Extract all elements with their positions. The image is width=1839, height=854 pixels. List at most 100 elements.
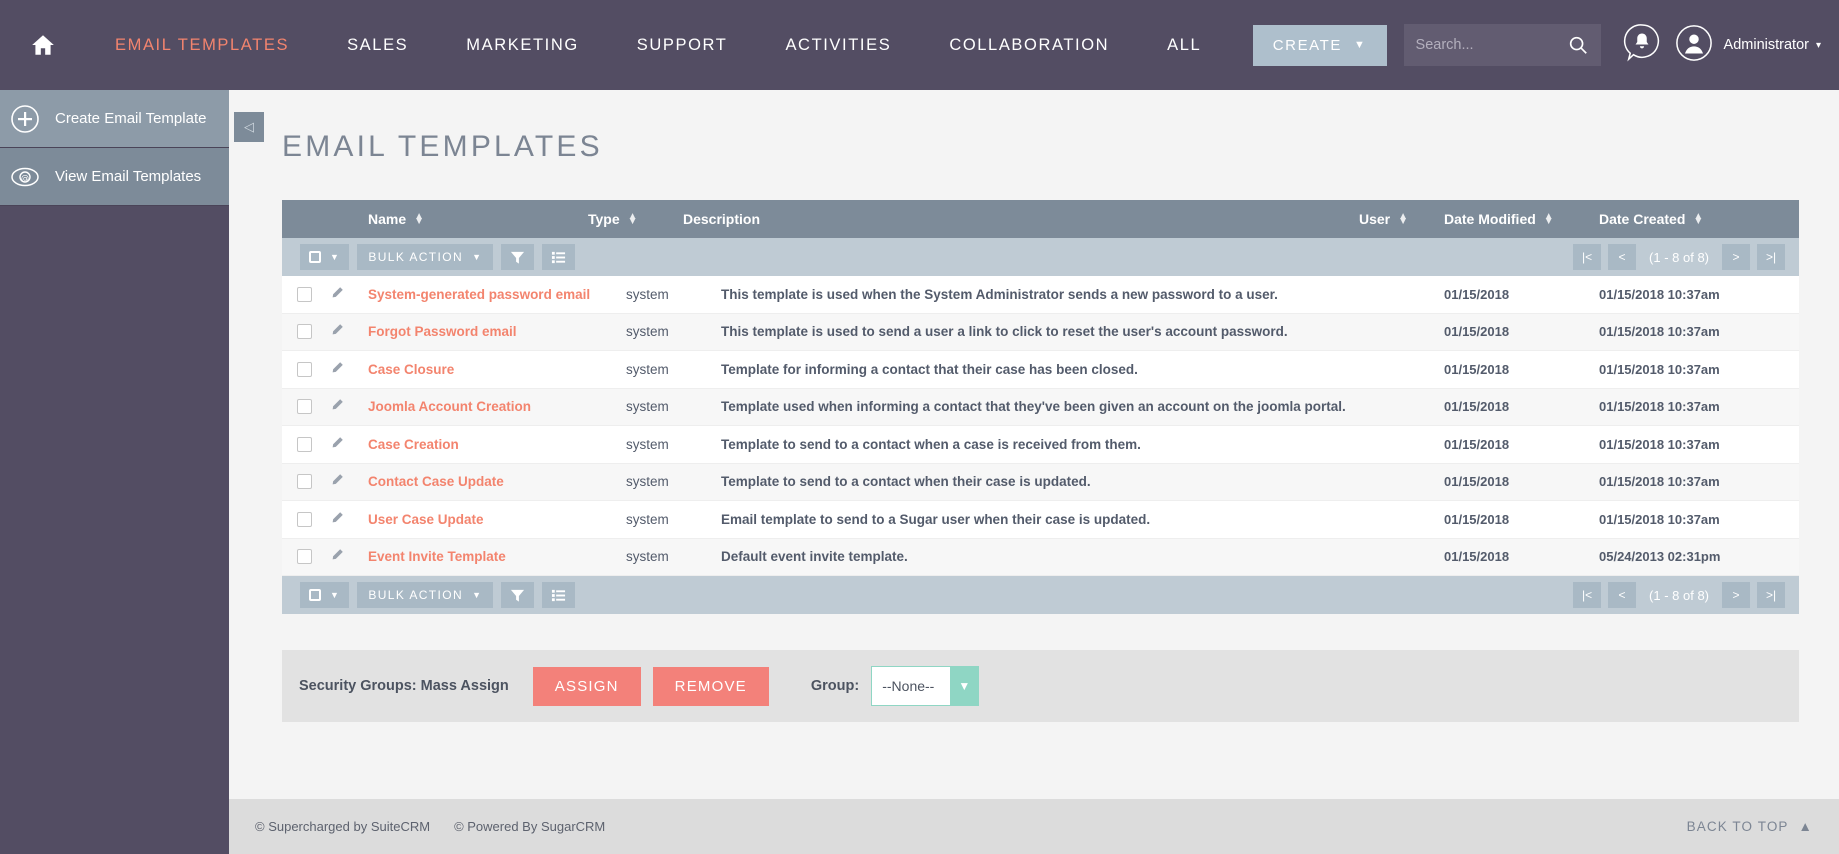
security-groups-mass-assign-panel: Security Groups: Mass Assign ASSIGN REMO…: [282, 650, 1799, 722]
row-checkbox[interactable]: [297, 511, 312, 527]
pagination-next-button[interactable]: >: [1722, 244, 1750, 270]
row-name-cell: Contact Case Update: [368, 474, 626, 489]
nav-item-support[interactable]: SUPPORT: [608, 36, 757, 55]
table-row: Event Invite Template system Default event…: [282, 538, 1799, 576]
bulk-action-dropdown[interactable]: BULK ACTION ▼: [357, 244, 494, 270]
row-date-modified-cell: 01/15/2018: [1444, 511, 1510, 527]
table-row: User Case Update system Email template to …: [282, 501, 1799, 539]
back-to-top-button[interactable]: BACK TO TOP ▲: [1687, 819, 1813, 834]
row-edit-cell: [330, 436, 368, 453]
template-name-link[interactable]: Case Creation: [368, 437, 459, 452]
column-header-date-created[interactable]: Date Created ▲ ▼: [1599, 211, 1799, 227]
edit-pencil-icon[interactable]: [330, 324, 344, 340]
pagination-first-button[interactable]: |<: [1573, 244, 1602, 270]
select-all-dropdown[interactable]: ▼: [300, 244, 350, 270]
search-box[interactable]: [1403, 24, 1601, 66]
chevron-down-icon: ▼: [472, 590, 483, 600]
checkbox-icon: [309, 251, 321, 263]
column-header-user[interactable]: User ▲ ▼: [1359, 211, 1444, 227]
pagination-last-button[interactable]: >|: [1757, 244, 1785, 270]
template-name-link[interactable]: Event Invite Template: [368, 549, 506, 564]
pagination-next-button[interactable]: >: [1722, 582, 1750, 608]
sort-arrows-icon[interactable]: ▲ ▼: [628, 211, 638, 226]
nav-item-marketing[interactable]: MARKETING: [437, 36, 608, 55]
row-checkbox[interactable]: [297, 474, 312, 490]
row-name-cell: Forgot Password email: [368, 324, 626, 339]
search-icon[interactable]: [1567, 34, 1589, 56]
column-header-label: Description: [683, 211, 761, 227]
user-menu[interactable]: Administrator ▾: [1724, 37, 1821, 53]
nav-item-email-templates[interactable]: EMAIL TEMPLATES: [86, 36, 318, 55]
column-chooser-icon[interactable]: [542, 244, 576, 270]
table-row: System-generated password email system Thi…: [282, 276, 1799, 314]
table-body: System-generated password email system Thi…: [282, 276, 1799, 576]
row-date-created-cell: 01/15/2018 10:37am: [1599, 474, 1720, 490]
row-checkbox[interactable]: [297, 286, 312, 302]
sidebar-collapse-toggle[interactable]: ◁: [234, 112, 264, 142]
list-view-panel: Name ▲ ▼ Type ▲ ▼ Description User ▲ ▼ Date…: [282, 200, 1799, 614]
remove-button[interactable]: REMOVE: [652, 666, 769, 706]
notification-bell-icon[interactable]: [1623, 23, 1661, 68]
search-input[interactable]: [1415, 37, 1567, 53]
edit-pencil-icon[interactable]: [330, 511, 344, 528]
row-date-modified-cell: 01/15/2018: [1444, 399, 1510, 415]
pagination-prev-button[interactable]: <: [1608, 244, 1637, 270]
page-footer: © Supercharged by SuiteCRM © Powered By …: [229, 799, 1839, 854]
edit-pencil-icon[interactable]: [330, 549, 344, 565]
column-header-date-modified[interactable]: Date Modified ▲ ▼: [1444, 211, 1599, 227]
sort-arrows-icon[interactable]: ▲ ▼: [1544, 211, 1554, 226]
row-description-cell: This template is used to send a user a l…: [721, 324, 1288, 340]
edit-pencil-icon[interactable]: [330, 474, 344, 490]
edit-pencil-icon[interactable]: [330, 436, 344, 453]
template-name-link[interactable]: Case Closure: [368, 362, 454, 377]
pagination-prev-button[interactable]: <: [1608, 582, 1637, 608]
create-button[interactable]: CREATE ▼: [1252, 24, 1387, 66]
pagination-first-button[interactable]: |<: [1573, 582, 1602, 608]
nav-item-collaboration[interactable]: COLLABORATION: [920, 36, 1138, 55]
funnel-filter-icon[interactable]: [501, 582, 535, 608]
nav-item-activities[interactable]: ACTIVITIES: [756, 36, 920, 55]
funnel-filter-icon[interactable]: [501, 244, 535, 270]
group-label: Group:: [810, 678, 860, 694]
template-name-link[interactable]: Contact Case Update: [368, 474, 504, 489]
select-all-dropdown[interactable]: ▼: [300, 582, 350, 608]
sidebar-item-view-email-templates[interactable]: @ View Email Templates: [0, 148, 229, 206]
nav-item-all[interactable]: ALL: [1138, 36, 1230, 55]
row-checkbox[interactable]: [297, 324, 312, 340]
row-checkbox[interactable]: [297, 549, 312, 565]
edit-pencil-icon[interactable]: [330, 361, 344, 378]
bulk-action-label: BULK ACTION: [368, 250, 464, 264]
template-name-link[interactable]: System-generated password email: [368, 287, 590, 302]
bulk-action-dropdown[interactable]: BULK ACTION ▼: [357, 582, 494, 608]
column-header-type[interactable]: Type ▲ ▼: [588, 211, 683, 227]
sort-arrows-icon[interactable]: ▲ ▼: [1693, 211, 1703, 226]
template-name-link[interactable]: Forgot Password email: [368, 324, 517, 339]
toolbar-buttons: ▼ BULK ACTION ▼: [300, 244, 576, 270]
nav-item-sales[interactable]: SALES: [318, 36, 437, 55]
row-checkbox[interactable]: [297, 399, 312, 415]
pagination-bottom: |< < (1 - 8 of 8) > >|: [1573, 582, 1785, 608]
sort-arrows-icon[interactable]: ▲ ▼: [414, 211, 424, 226]
row-checkbox[interactable]: [297, 361, 312, 377]
group-select[interactable]: --None-- ▼: [871, 666, 980, 706]
user-avatar-icon[interactable]: [1675, 24, 1713, 67]
edit-pencil-icon[interactable]: [330, 286, 344, 303]
row-select-cell: [282, 474, 330, 490]
assign-button[interactable]: ASSIGN: [532, 666, 641, 706]
row-checkbox[interactable]: [297, 436, 312, 452]
sort-arrows-icon[interactable]: ▲ ▼: [1398, 211, 1408, 226]
template-name-link[interactable]: Joomla Account Creation: [368, 399, 531, 414]
home-icon[interactable]: [26, 28, 60, 62]
chevron-down-icon: ▼: [950, 667, 979, 705]
edit-pencil-icon[interactable]: [330, 399, 344, 415]
template-name-link[interactable]: User Case Update: [368, 512, 484, 527]
row-name-cell: Case Creation: [368, 437, 626, 452]
column-header-description[interactable]: Description: [683, 211, 1359, 227]
row-date-modified-cell: 01/15/2018: [1444, 474, 1510, 490]
pagination-last-button[interactable]: >|: [1757, 582, 1785, 608]
row-date-created-cell: 01/15/2018 10:37am: [1599, 511, 1720, 527]
column-header-name[interactable]: Name ▲ ▼: [330, 211, 588, 227]
bulk-action-label: BULK ACTION: [368, 588, 464, 602]
sidebar-item-create-email-template[interactable]: Create Email Template: [0, 90, 229, 148]
column-chooser-icon[interactable]: [542, 582, 576, 608]
